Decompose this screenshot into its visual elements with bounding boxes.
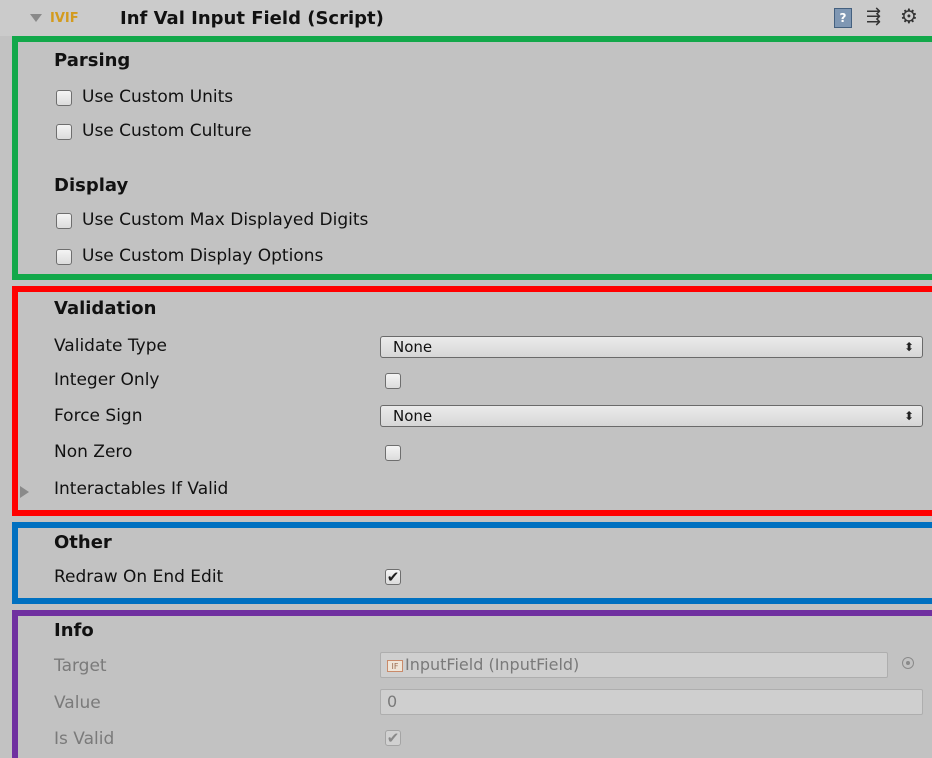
- use-custom-culture-label: Use Custom Culture: [82, 121, 252, 141]
- interactables-foldout-arrow-icon[interactable]: [20, 486, 29, 498]
- use-custom-units-label: Use Custom Units: [82, 87, 234, 107]
- redraw-on-end-edit-label: Redraw On End Edit: [54, 567, 224, 587]
- target-object-field: IF InputField (InputField): [380, 652, 888, 678]
- dropdown-arrow-icon: ⬍: [903, 340, 914, 354]
- inputfield-icon: IF: [387, 659, 403, 672]
- object-picker-icon: [902, 657, 914, 669]
- validation-heading: Validation: [54, 298, 157, 319]
- help-icon[interactable]: ?: [834, 8, 852, 28]
- validate-type-dropdown[interactable]: None ⬍: [380, 336, 923, 358]
- force-sign-value: None: [393, 407, 433, 425]
- parsing-heading: Parsing: [54, 50, 131, 71]
- dropdown-arrow-icon: ⬍: [903, 409, 914, 423]
- integer-only-label: Integer Only: [54, 370, 160, 390]
- non-zero-label: Non Zero: [54, 442, 133, 462]
- non-zero-checkbox[interactable]: [385, 445, 401, 461]
- value-label: Value: [54, 693, 101, 713]
- other-group-box: [12, 522, 932, 604]
- display-heading: Display: [54, 175, 129, 196]
- validate-type-label: Validate Type: [54, 336, 167, 356]
- other-heading: Other: [54, 532, 112, 553]
- validate-type-value: None: [393, 338, 433, 356]
- redraw-on-end-edit-checkbox[interactable]: ✔: [385, 569, 401, 585]
- use-custom-display-options-label: Use Custom Display Options: [82, 246, 324, 266]
- use-custom-max-displayed-digits-label: Use Custom Max Displayed Digits: [82, 210, 369, 230]
- info-heading: Info: [54, 620, 94, 641]
- is-valid-label: Is Valid: [54, 729, 115, 749]
- preset-icon[interactable]: ⇶: [866, 6, 881, 27]
- use-custom-culture-checkbox[interactable]: [56, 124, 72, 140]
- target-value: InputField (InputField): [405, 655, 580, 674]
- foldout-arrow-icon[interactable]: [30, 14, 42, 22]
- script-icon: IVIF: [50, 11, 79, 26]
- parsing-display-group-box: [12, 36, 932, 280]
- component-header[interactable]: IVIF Inf Val Input Field (Script) ? ⇶ ⚙: [0, 0, 932, 36]
- gear-icon[interactable]: ⚙: [900, 4, 918, 28]
- use-custom-display-options-checkbox[interactable]: [56, 249, 72, 265]
- is-valid-checkbox: ✔: [385, 729, 401, 747]
- use-custom-max-displayed-digits-checkbox[interactable]: [56, 213, 72, 229]
- use-custom-units-checkbox[interactable]: [56, 90, 72, 106]
- interactables-if-valid-foldout[interactable]: Interactables If Valid: [54, 479, 228, 499]
- force-sign-dropdown[interactable]: None ⬍: [380, 405, 923, 427]
- info-group-box: [12, 610, 932, 758]
- target-label: Target: [54, 656, 107, 676]
- value-value: 0: [387, 692, 398, 711]
- component-title: Inf Val Input Field (Script): [120, 8, 384, 29]
- integer-only-checkbox[interactable]: [385, 373, 401, 389]
- force-sign-label: Force Sign: [54, 406, 143, 426]
- value-field: 0: [380, 689, 923, 715]
